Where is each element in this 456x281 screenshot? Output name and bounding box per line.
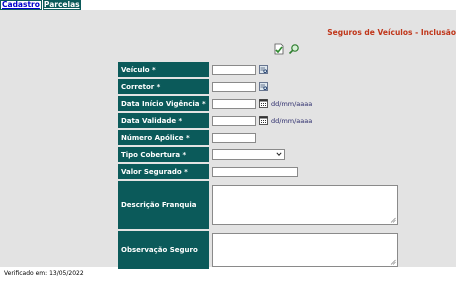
tipo-cobertura-select[interactable] — [212, 149, 285, 160]
data-validade-label: Data Validade * — [118, 113, 209, 128]
row-corretor: Corretor * — [118, 79, 456, 94]
tab-bar: Cadastro Parcelas — [0, 0, 82, 10]
row-data-inicio: Data Início Vigência * dd/mm/aaaa — [118, 96, 456, 111]
date-format-hint: dd/mm/aaaa — [271, 116, 313, 125]
confirm-icon[interactable] — [273, 43, 285, 55]
row-veiculo: Veículo * — [118, 62, 456, 77]
veiculo-label: Veículo * — [118, 62, 209, 77]
lookup-icon[interactable] — [259, 82, 268, 91]
descricao-franquia-textarea[interactable] — [212, 185, 398, 225]
search-icon[interactable] — [288, 43, 300, 55]
verified-date: Verificado em: 13/05/2022 — [4, 270, 84, 277]
page-title: Seguros de Veículos - Inclusão — [327, 28, 456, 37]
date-format-hint: dd/mm/aaaa — [271, 99, 313, 108]
calendar-icon[interactable] — [259, 116, 268, 125]
resize-grip-icon[interactable] — [390, 217, 396, 223]
row-numero-apolice: Número Apólice * — [118, 130, 456, 145]
descricao-franquia-label: Descrição Franquia — [118, 181, 209, 229]
tab-parcelas[interactable]: Parcelas — [42, 0, 81, 10]
tipo-cobertura-label: Tipo Cobertura * — [118, 147, 209, 162]
observacao-seguro-label: Observação Seguro — [118, 231, 209, 269]
toolbar — [273, 43, 300, 55]
observacao-seguro-textarea[interactable] — [212, 233, 398, 267]
row-tipo-cobertura: Tipo Cobertura * — [118, 147, 456, 162]
row-valor-segurado: Valor Segurado * — [118, 164, 456, 179]
valor-segurado-input[interactable] — [212, 166, 298, 177]
chevron-down-icon — [276, 152, 282, 156]
data-inicio-input[interactable] — [212, 98, 256, 109]
veiculo-input[interactable] — [212, 64, 256, 75]
tab-cadastro[interactable]: Cadastro — [0, 0, 42, 10]
lookup-icon[interactable] — [259, 65, 268, 74]
data-validade-input[interactable] — [212, 115, 256, 126]
row-descricao-franquia: Descrição Franquia — [118, 181, 456, 229]
calendar-icon[interactable] — [259, 99, 268, 108]
data-inicio-label: Data Início Vigência * — [118, 96, 209, 111]
valor-segurado-label: Valor Segurado * — [118, 164, 209, 179]
row-data-validade: Data Validade * dd/mm/aaaa — [118, 113, 456, 128]
corretor-label: Corretor * — [118, 79, 209, 94]
numero-apolice-input[interactable] — [212, 132, 256, 143]
seguro-form: Veículo * Corretor * Data Início Vigênci… — [118, 62, 456, 271]
row-observacao-seguro: Observação Seguro — [118, 231, 456, 269]
corretor-input[interactable] — [212, 81, 256, 92]
resize-grip-icon[interactable] — [390, 259, 396, 265]
numero-apolice-label: Número Apólice * — [118, 130, 209, 145]
